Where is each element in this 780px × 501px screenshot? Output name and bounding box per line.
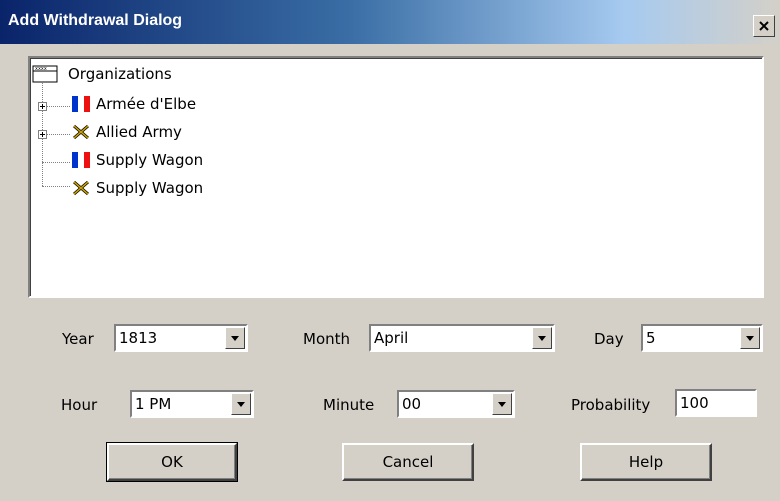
year-label: Year xyxy=(62,330,94,348)
chevron-down-icon[interactable] xyxy=(492,393,512,415)
probability-value: 100 xyxy=(680,394,709,412)
minute-value: 00 xyxy=(402,395,422,413)
hour-select[interactable]: 1 PM xyxy=(130,390,254,418)
month-value: April xyxy=(374,329,409,347)
french-flag-icon xyxy=(72,152,90,168)
day-label: Day xyxy=(594,330,624,348)
chevron-down-icon[interactable] xyxy=(532,327,552,349)
expand-toggle[interactable] xyxy=(38,130,47,139)
day-select[interactable]: 5 xyxy=(641,324,763,352)
hour-value: 1 PM xyxy=(135,395,172,413)
tree-item-label: Supply Wagon xyxy=(96,151,204,169)
probability-input[interactable]: 100 xyxy=(675,389,757,417)
probability-label: Probability xyxy=(571,396,651,414)
tree-line xyxy=(42,186,70,187)
chevron-down-icon[interactable] xyxy=(231,393,251,415)
tree-item-label: Supply Wagon xyxy=(96,179,204,197)
allied-crossed-swords-icon xyxy=(73,180,89,196)
year-select[interactable]: 1813 xyxy=(114,324,248,352)
tree-line xyxy=(42,162,70,163)
month-label: Month xyxy=(303,330,351,348)
month-select[interactable]: April xyxy=(369,324,555,352)
cancel-button[interactable]: Cancel xyxy=(342,443,474,481)
organization-icon: xxxx xyxy=(32,65,58,83)
allied-crossed-swords-icon xyxy=(73,124,89,140)
chevron-down-icon[interactable] xyxy=(740,327,760,349)
close-icon xyxy=(759,21,769,31)
minute-select[interactable]: 00 xyxy=(397,390,515,418)
chevron-down-icon[interactable] xyxy=(225,327,245,349)
ok-button[interactable]: OK xyxy=(106,442,238,482)
day-value: 5 xyxy=(646,329,656,347)
expand-toggle[interactable] xyxy=(38,102,47,111)
minute-label: Minute xyxy=(323,396,375,414)
help-button[interactable]: Help xyxy=(580,443,712,481)
french-flag-icon xyxy=(72,96,90,112)
hour-label: Hour xyxy=(61,396,98,414)
tree-item-label: Armée d'Elbe xyxy=(96,95,197,113)
svg-text:xxxx: xxxx xyxy=(35,66,47,72)
window-title: Add Withdrawal Dialog xyxy=(8,12,183,29)
year-value: 1813 xyxy=(119,329,158,347)
organization-tree[interactable]: xxxx Organizations Armée d'Elbe Allied A… xyxy=(28,56,764,298)
close-button[interactable] xyxy=(753,15,775,37)
tree-item-label: Allied Army xyxy=(96,123,182,141)
title-bar: Add Withdrawal Dialog xyxy=(0,0,780,44)
tree-root-label: Organizations xyxy=(68,65,172,83)
